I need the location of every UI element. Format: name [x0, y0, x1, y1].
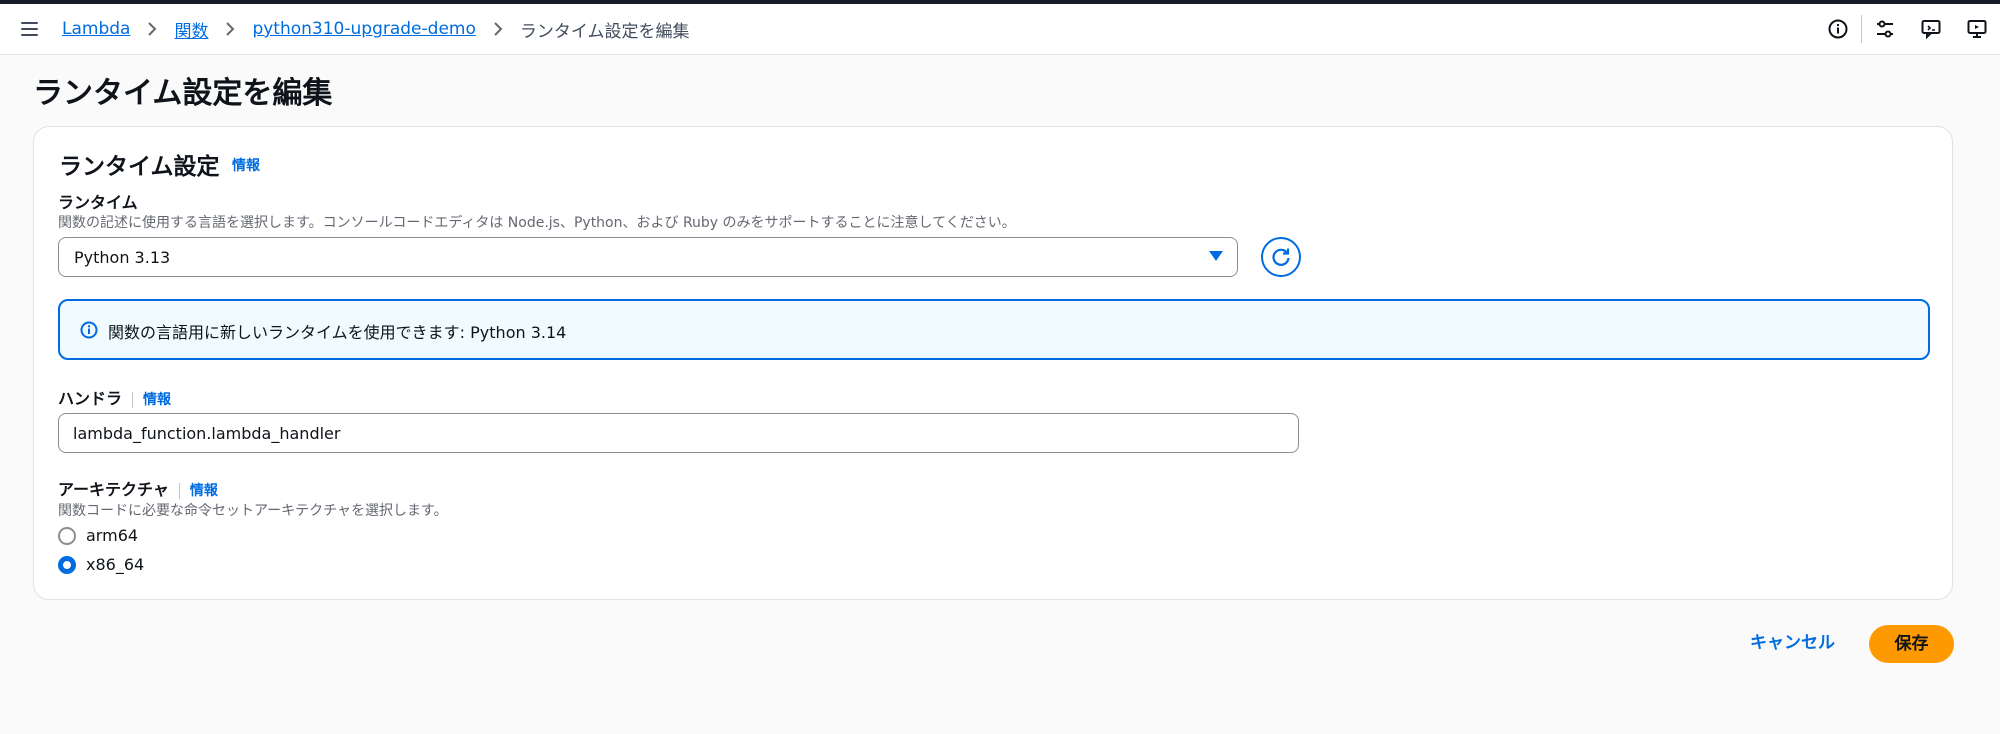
chevron-right-icon	[226, 22, 235, 36]
architecture-description: 関数コードに必要な命令セットアーキテクチャを選択します。	[58, 503, 448, 519]
runtime-label: ランタイム	[58, 193, 138, 212]
label-divider	[132, 391, 134, 408]
save-button[interactable]: 保存	[1869, 625, 1954, 663]
architecture-info-link[interactable]: 情報	[190, 483, 218, 499]
radio-button[interactable]	[58, 526, 76, 545]
handler-input[interactable]	[58, 413, 1299, 453]
radio-arm64[interactable]: arm64	[58, 526, 138, 545]
breadcrumb-current: ランタイム設定を編集	[519, 21, 690, 42]
handler-label-row: ハンドラ 情報	[58, 385, 171, 409]
breadcrumb-function-name[interactable]: python310-upgrade-demo	[252, 19, 475, 39]
label-divider	[178, 482, 180, 499]
handler-info-link[interactable]: 情報	[143, 392, 171, 408]
runtime-update-alert: 関数の言語用に新しいランタイムを使用できます: Python 3.14	[58, 299, 1930, 360]
chevron-right-icon	[494, 22, 503, 36]
handler-label: ハンドラ	[58, 389, 123, 408]
runtime-select-value: Python 3.13	[74, 248, 171, 267]
breadcrumb: Lambda 関数 python310-upgrade-demo ランタイム設定…	[62, 4, 690, 54]
breadcrumb-lambda[interactable]: Lambda	[62, 19, 130, 39]
architecture-label: アーキテクチャ	[58, 480, 169, 499]
card-info-link[interactable]: 情報	[232, 155, 260, 175]
runtime-select[interactable]: Python 3.13	[58, 237, 1238, 277]
screen-share-icon[interactable]	[1954, 4, 2000, 54]
cancel-button[interactable]: キャンセル	[1738, 624, 1847, 662]
refresh-icon	[1272, 248, 1290, 266]
radio-x86_64[interactable]: x86_64	[58, 555, 144, 574]
chevron-right-icon	[148, 22, 157, 36]
header-tools	[1815, 4, 2000, 54]
runtime-description: 関数の記述に使用する言語を選択します。コンソールコードエディタは Node.js…	[58, 215, 1016, 231]
architecture-label-row: アーキテクチャ 情報	[58, 476, 218, 500]
feedback-icon[interactable]	[1908, 4, 1954, 54]
settings-sliders-icon[interactable]	[1862, 4, 1908, 54]
runtime-settings-card: ランタイム設定 情報 ランタイム 関数の記述に使用する言語を選択します。コンソー…	[33, 126, 1953, 600]
info-icon[interactable]	[1815, 4, 1861, 54]
refresh-button[interactable]	[1261, 237, 1301, 277]
caret-down-icon	[1209, 251, 1223, 261]
radio-label-arm64: arm64	[86, 526, 139, 545]
info-icon	[80, 321, 98, 339]
alert-text: 関数の言語用に新しいランタイムを使用できます: Python 3.14	[108, 323, 567, 342]
page-title: ランタイム設定を編集	[33, 76, 333, 111]
breadcrumb-functions[interactable]: 関数	[174, 17, 208, 42]
radio-label-x86_64: x86_64	[86, 555, 145, 574]
menu-icon[interactable]	[19, 18, 41, 40]
radio-button-checked[interactable]	[58, 555, 76, 574]
card-title: ランタイム設定	[59, 154, 220, 180]
top-navigation: Lambda 関数 python310-upgrade-demo ランタイム設定…	[0, 4, 2000, 55]
